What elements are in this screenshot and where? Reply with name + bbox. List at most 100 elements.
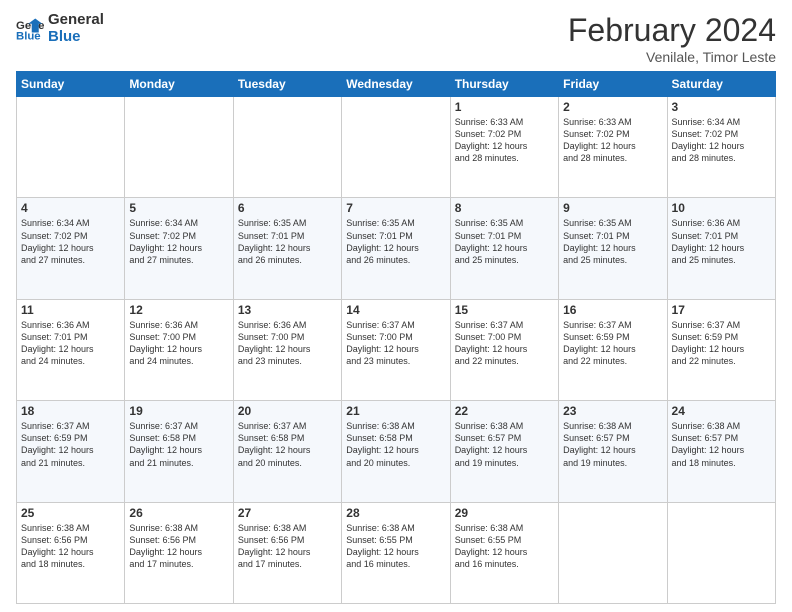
- calendar-cell: 7Sunrise: 6:35 AM Sunset: 7:01 PM Daylig…: [342, 198, 450, 299]
- calendar-week-row: 25Sunrise: 6:38 AM Sunset: 6:56 PM Dayli…: [17, 502, 776, 603]
- day-info: Sunrise: 6:38 AM Sunset: 6:55 PM Dayligh…: [455, 522, 554, 571]
- day-info: Sunrise: 6:38 AM Sunset: 6:55 PM Dayligh…: [346, 522, 445, 571]
- calendar-table: SundayMondayTuesdayWednesdayThursdayFrid…: [16, 71, 776, 604]
- calendar-cell: 15 Sunrise: 6:37 AM Sunset: 7:00 PM Dayli…: [450, 299, 558, 400]
- day-number: 28: [346, 506, 445, 520]
- header: General Blue General Blue February 2024 …: [16, 12, 776, 65]
- calendar-day-header: Thursday: [450, 72, 558, 97]
- location: Venilale, Timor Leste: [568, 49, 776, 65]
- day-number: 4: [21, 201, 120, 215]
- day-info: Sunrise: 6:33 AM Sunset: 7:02 PM Dayligh…: [455, 116, 554, 165]
- calendar-cell: 8 Sunrise: 6:35 AM Sunset: 7:01 PM Daylig…: [450, 198, 558, 299]
- calendar-cell: 21Sunrise: 6:38 AM Sunset: 6:58 PM Dayli…: [342, 401, 450, 502]
- day-info: Sunrise: 6:34 AM Sunset: 7:02 PM Dayligh…: [21, 217, 120, 266]
- calendar-cell: 24 Sunrise: 6:38 AM Sunset: 6:57 PM Dayli…: [667, 401, 775, 502]
- logo-blue: Blue: [48, 29, 104, 46]
- calendar-cell: 22 Sunrise: 6:38 AM Sunset: 6:57 PM Dayli…: [450, 401, 558, 502]
- day-info: Sunrise: 6:38 AM Sunset: 6:56 PM Dayligh…: [129, 522, 228, 571]
- calendar-cell: 6Sunrise: 6:35 AM Sunset: 7:01 PM Daylig…: [233, 198, 341, 299]
- calendar-cell: [667, 502, 775, 603]
- logo-general: General: [48, 12, 104, 29]
- calendar-cell: 20Sunrise: 6:37 AM Sunset: 6:58 PM Dayli…: [233, 401, 341, 502]
- calendar-cell: 19 Sunrise: 6:37 AM Sunset: 6:58 PM Dayli…: [125, 401, 233, 502]
- calendar-cell: 13 Sunrise: 6:36 AM Sunset: 7:00 PM Dayli…: [233, 299, 341, 400]
- day-number: 5: [129, 201, 228, 215]
- day-number: 29: [455, 506, 554, 520]
- day-info: Sunrise: 6:37 AM Sunset: 7:00 PM Dayligh…: [346, 319, 445, 368]
- calendar-cell: 25Sunrise: 6:38 AM Sunset: 6:56 PM Dayli…: [17, 502, 125, 603]
- day-info: Sunrise: 6:36 AM Sunset: 7:00 PM Dayligh…: [238, 319, 337, 368]
- calendar-week-row: 4 Sunrise: 6:34 AM Sunset: 7:02 PM Daylig…: [17, 198, 776, 299]
- day-info: Sunrise: 6:36 AM Sunset: 7:01 PM Dayligh…: [21, 319, 120, 368]
- day-info: Sunrise: 6:38 AM Sunset: 6:57 PM Dayligh…: [563, 420, 662, 469]
- day-info: Sunrise: 6:38 AM Sunset: 6:57 PM Dayligh…: [455, 420, 554, 469]
- day-number: 16: [563, 303, 662, 317]
- day-number: 15: [455, 303, 554, 317]
- logo-icon: General Blue: [16, 15, 44, 43]
- day-number: 13: [238, 303, 337, 317]
- day-number: 7: [346, 201, 445, 215]
- day-number: 23: [563, 404, 662, 418]
- day-info: Sunrise: 6:33 AM Sunset: 7:02 PM Dayligh…: [563, 116, 662, 165]
- day-info: Sunrise: 6:37 AM Sunset: 6:59 PM Dayligh…: [563, 319, 662, 368]
- calendar-cell: 4 Sunrise: 6:34 AM Sunset: 7:02 PM Daylig…: [17, 198, 125, 299]
- calendar-cell: 3 Sunrise: 6:34 AM Sunset: 7:02 PM Daylig…: [667, 97, 775, 198]
- calendar-cell: 1 Sunrise: 6:33 AM Sunset: 7:02 PM Daylig…: [450, 97, 558, 198]
- day-info: Sunrise: 6:34 AM Sunset: 7:02 PM Dayligh…: [672, 116, 771, 165]
- day-number: 14: [346, 303, 445, 317]
- day-info: Sunrise: 6:36 AM Sunset: 7:00 PM Dayligh…: [129, 319, 228, 368]
- calendar-day-header: Tuesday: [233, 72, 341, 97]
- calendar-cell: 10Sunrise: 6:36 AM Sunset: 7:01 PM Dayli…: [667, 198, 775, 299]
- day-info: Sunrise: 6:37 AM Sunset: 6:58 PM Dayligh…: [129, 420, 228, 469]
- day-info: Sunrise: 6:35 AM Sunset: 7:01 PM Dayligh…: [455, 217, 554, 266]
- day-info: Sunrise: 6:34 AM Sunset: 7:02 PM Dayligh…: [129, 217, 228, 266]
- calendar-cell: [17, 97, 125, 198]
- day-number: 18: [21, 404, 120, 418]
- day-number: 10: [672, 201, 771, 215]
- day-number: 8: [455, 201, 554, 215]
- calendar-week-row: 11 Sunrise: 6:36 AM Sunset: 7:01 PM Dayli…: [17, 299, 776, 400]
- day-number: 19: [129, 404, 228, 418]
- calendar-cell: 2 Sunrise: 6:33 AM Sunset: 7:02 PM Daylig…: [559, 97, 667, 198]
- calendar-day-header: Friday: [559, 72, 667, 97]
- day-number: 11: [21, 303, 120, 317]
- calendar-cell: 29 Sunrise: 6:38 AM Sunset: 6:55 PM Dayli…: [450, 502, 558, 603]
- calendar-day-header: Saturday: [667, 72, 775, 97]
- calendar-cell: 5 Sunrise: 6:34 AM Sunset: 7:02 PM Daylig…: [125, 198, 233, 299]
- title-block: February 2024 Venilale, Timor Leste: [568, 12, 776, 65]
- day-number: 3: [672, 100, 771, 114]
- day-info: Sunrise: 6:37 AM Sunset: 6:59 PM Dayligh…: [21, 420, 120, 469]
- day-info: Sunrise: 6:35 AM Sunset: 7:01 PM Dayligh…: [563, 217, 662, 266]
- calendar-cell: 27 Sunrise: 6:38 AM Sunset: 6:56 PM Dayli…: [233, 502, 341, 603]
- day-number: 22: [455, 404, 554, 418]
- day-number: 1: [455, 100, 554, 114]
- calendar-cell: [233, 97, 341, 198]
- calendar-cell: 17Sunrise: 6:37 AM Sunset: 6:59 PM Dayli…: [667, 299, 775, 400]
- day-info: Sunrise: 6:37 AM Sunset: 6:58 PM Dayligh…: [238, 420, 337, 469]
- day-number: 2: [563, 100, 662, 114]
- day-number: 12: [129, 303, 228, 317]
- calendar-cell: 28 Sunrise: 6:38 AM Sunset: 6:55 PM Dayli…: [342, 502, 450, 603]
- logo: General Blue General Blue: [16, 12, 104, 45]
- day-number: 6: [238, 201, 337, 215]
- day-info: Sunrise: 6:38 AM Sunset: 6:56 PM Dayligh…: [238, 522, 337, 571]
- day-info: Sunrise: 6:37 AM Sunset: 7:00 PM Dayligh…: [455, 319, 554, 368]
- day-number: 26: [129, 506, 228, 520]
- day-number: 24: [672, 404, 771, 418]
- calendar-day-header: Sunday: [17, 72, 125, 97]
- day-info: Sunrise: 6:38 AM Sunset: 6:56 PM Dayligh…: [21, 522, 120, 571]
- day-number: 17: [672, 303, 771, 317]
- day-number: 27: [238, 506, 337, 520]
- page: General Blue General Blue February 2024 …: [0, 0, 792, 612]
- calendar-week-row: 18 Sunrise: 6:37 AM Sunset: 6:59 PM Dayli…: [17, 401, 776, 502]
- calendar-cell: 26 Sunrise: 6:38 AM Sunset: 6:56 PM Dayli…: [125, 502, 233, 603]
- day-number: 21: [346, 404, 445, 418]
- month-title: February 2024: [568, 12, 776, 49]
- calendar-cell: 18 Sunrise: 6:37 AM Sunset: 6:59 PM Dayli…: [17, 401, 125, 502]
- day-info: Sunrise: 6:38 AM Sunset: 6:57 PM Dayligh…: [672, 420, 771, 469]
- calendar-week-row: 1 Sunrise: 6:33 AM Sunset: 7:02 PM Daylig…: [17, 97, 776, 198]
- calendar-header-row: SundayMondayTuesdayWednesdayThursdayFrid…: [17, 72, 776, 97]
- calendar-cell: 23 Sunrise: 6:38 AM Sunset: 6:57 PM Dayli…: [559, 401, 667, 502]
- calendar-cell: [342, 97, 450, 198]
- day-number: 9: [563, 201, 662, 215]
